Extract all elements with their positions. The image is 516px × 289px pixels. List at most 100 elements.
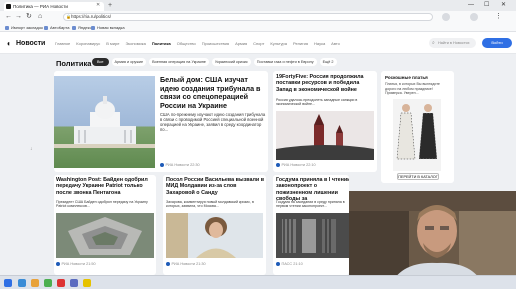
article-image [56,213,154,258]
nav-item[interactable]: Экономика [125,41,145,46]
bookmark-item[interactable]: Импорт закладок [5,23,43,32]
minimize-icon[interactable]: — [468,0,474,11]
bookmarks-bar: Импорт закладок АвтоКарта Яндекс Новая в… [0,23,516,32]
dress-illustration [396,104,438,160]
ad-card[interactable]: Роскошные платья Платья, в которых Вы вы… [381,71,454,183]
article-card[interactable]: Washington Post: Байден одобрил передачу… [54,175,156,275]
bookmark-item[interactable]: АвтоКарта [44,23,69,32]
article-headline[interactable]: Посол России Васильева вызвали в МИД Мол… [166,177,266,196]
article-card[interactable]: Посол России Васильева вызвали в МИД Мол… [163,175,266,275]
chip[interactable]: Украинский кризис [211,58,251,66]
reload-icon[interactable]: ↻ [26,12,32,22]
search-icon: ⌕ [432,40,435,46]
taskbar-app-icon[interactable] [70,279,78,287]
pentagon-illustration [56,213,154,258]
taskbar-app-icon[interactable] [18,279,26,287]
scroll-indicator-icon: ↓ [30,146,33,152]
taskbar [0,275,516,289]
lock-icon: 🔒 [66,14,71,19]
corridor-illustration [276,213,349,258]
taskbar-app-icon[interactable] [31,279,39,287]
bookmark-item[interactable]: Новая вкладка [91,23,125,32]
article-lead: США по-прежнему изучают идею создания тр… [160,112,266,132]
chip-all[interactable]: Все [92,58,109,66]
browser-toolbar: ← → ↻ ⌂ 🔒 https://ria.ru/politics/ ⋮ [0,11,516,23]
article-headline[interactable]: Белый дом: США изучат идею создания триб… [160,75,266,110]
back-arrow-icon[interactable]: ← [5,12,12,22]
nav-item[interactable]: Общество [177,41,196,46]
main-article-card[interactable]: Белый дом: США изучат идею создания триб… [54,71,268,172]
chip[interactable]: Армия и оружие [111,58,147,66]
source-logo-icon [56,262,60,266]
nav-item-active[interactable]: Политика [152,41,171,46]
source-logo-icon [166,262,170,266]
extension-icon[interactable] [442,13,450,21]
capitol-illustration [54,96,155,148]
article-source: РИА Новости 21:50 [56,262,96,266]
maximize-icon[interactable]: ☐ [484,0,489,11]
portrait-illustration [166,213,263,258]
article-headline[interactable]: 19FortyFive: Россия продолжила поставки … [276,74,376,93]
nav-item[interactable]: В мире [106,41,119,46]
site-logo[interactable]: Новости [16,40,45,47]
article-image [166,213,263,258]
address-bar[interactable]: 🔒 https://ria.ru/politics/ [63,13,433,21]
ad-image [393,99,441,171]
chip[interactable]: Ещё 2 [319,58,337,66]
new-tab-button[interactable]: + [108,1,112,10]
article-lead: Россия удалось преодолеть западные санкц… [276,98,358,107]
close-window-icon[interactable]: ✕ [501,0,506,11]
taskbar-app-icon[interactable] [57,279,65,287]
login-button[interactable]: Войти [482,38,512,48]
ad-title: Роскошные платья [385,75,428,80]
article-source: РИА Новости 22:30 [160,163,200,167]
forward-arrow-icon[interactable]: → [15,12,22,22]
tab-close-icon[interactable]: ✕ [96,2,100,8]
article-image [276,213,349,258]
nav-item[interactable]: Религия [293,41,308,46]
profile-icon[interactable] [470,13,478,21]
nav-item[interactable]: Наука [314,41,325,46]
article-source: ПАСС 21:10 [276,262,303,266]
browser-tab-bar: Политика — РИА Новости ✕ + — ☐ ✕ [0,0,516,11]
search-placeholder: Найти в Новостях [438,41,470,45]
source-logo-icon [160,163,164,167]
nav-item[interactable]: Спорт [253,41,264,46]
nav-item[interactable]: Главное [55,41,70,46]
home-icon[interactable]: ⌂ [38,12,42,22]
ad-catalog-button[interactable]: ПЕРЕЙТИ В КАТАЛОГ [397,173,439,180]
nav-item[interactable]: Армия [235,41,247,46]
article-image [276,111,374,160]
bookmark-item[interactable]: Яндекс [72,23,91,32]
page-title: Политика [56,59,92,68]
article-lead: Захарова, комментируя новый молдавский к… [166,200,254,209]
article-source: РИА Новости 22:10 [276,163,316,167]
kremlin-illustration [276,111,374,160]
top-navigation: Главное Коронавирус В мире Экономика Пол… [55,41,340,46]
address-text: https://ria.ru/politics/ [71,14,112,19]
nav-item[interactable]: Происшествия [202,41,229,46]
article-headline[interactable]: Washington Post: Байден одобрил передачу… [56,177,156,196]
article-card[interactable]: Госдума приняла в I чтении законопроект … [273,175,349,275]
article-card[interactable]: 19FortyFive: Россия продолжила поставки … [273,71,377,172]
menu-icon[interactable]: ⋮ [495,12,502,22]
nav-item[interactable]: Коронавирус [76,41,100,46]
chip[interactable]: Поставки газа и нефти в Европу [253,58,317,66]
chip[interactable]: Военная операция на Украине [149,58,209,66]
taskbar-app-icon[interactable] [44,279,52,287]
article-lead: Президент США Байден одобрил передачу на… [56,200,148,209]
filter-chips: Все Армия и оружие Военная операция на У… [92,58,337,66]
source-logo-icon [276,262,280,266]
start-menu-icon[interactable] [4,279,12,287]
source-logo-icon [276,163,280,167]
site-header: ◖ Новости Главное Коронавирус В мире Эко… [0,32,516,54]
logo-icon: ◖ [6,39,11,48]
browser-tab[interactable]: Политика — РИА Новости [4,2,104,11]
taskbar-app-icon[interactable] [83,279,91,287]
ad-text: Платья, в которых Вы выглядите дорого на… [385,82,440,96]
nav-item[interactable]: Культура [270,41,287,46]
article-source: РИА Новости 21:30 [166,262,206,266]
article-headline[interactable]: Госдума приняла в I чтении законопроект … [276,177,349,202]
site-search-input[interactable]: ⌕ Найти в Новостях [429,38,476,48]
nav-item[interactable]: Авто [331,41,340,46]
